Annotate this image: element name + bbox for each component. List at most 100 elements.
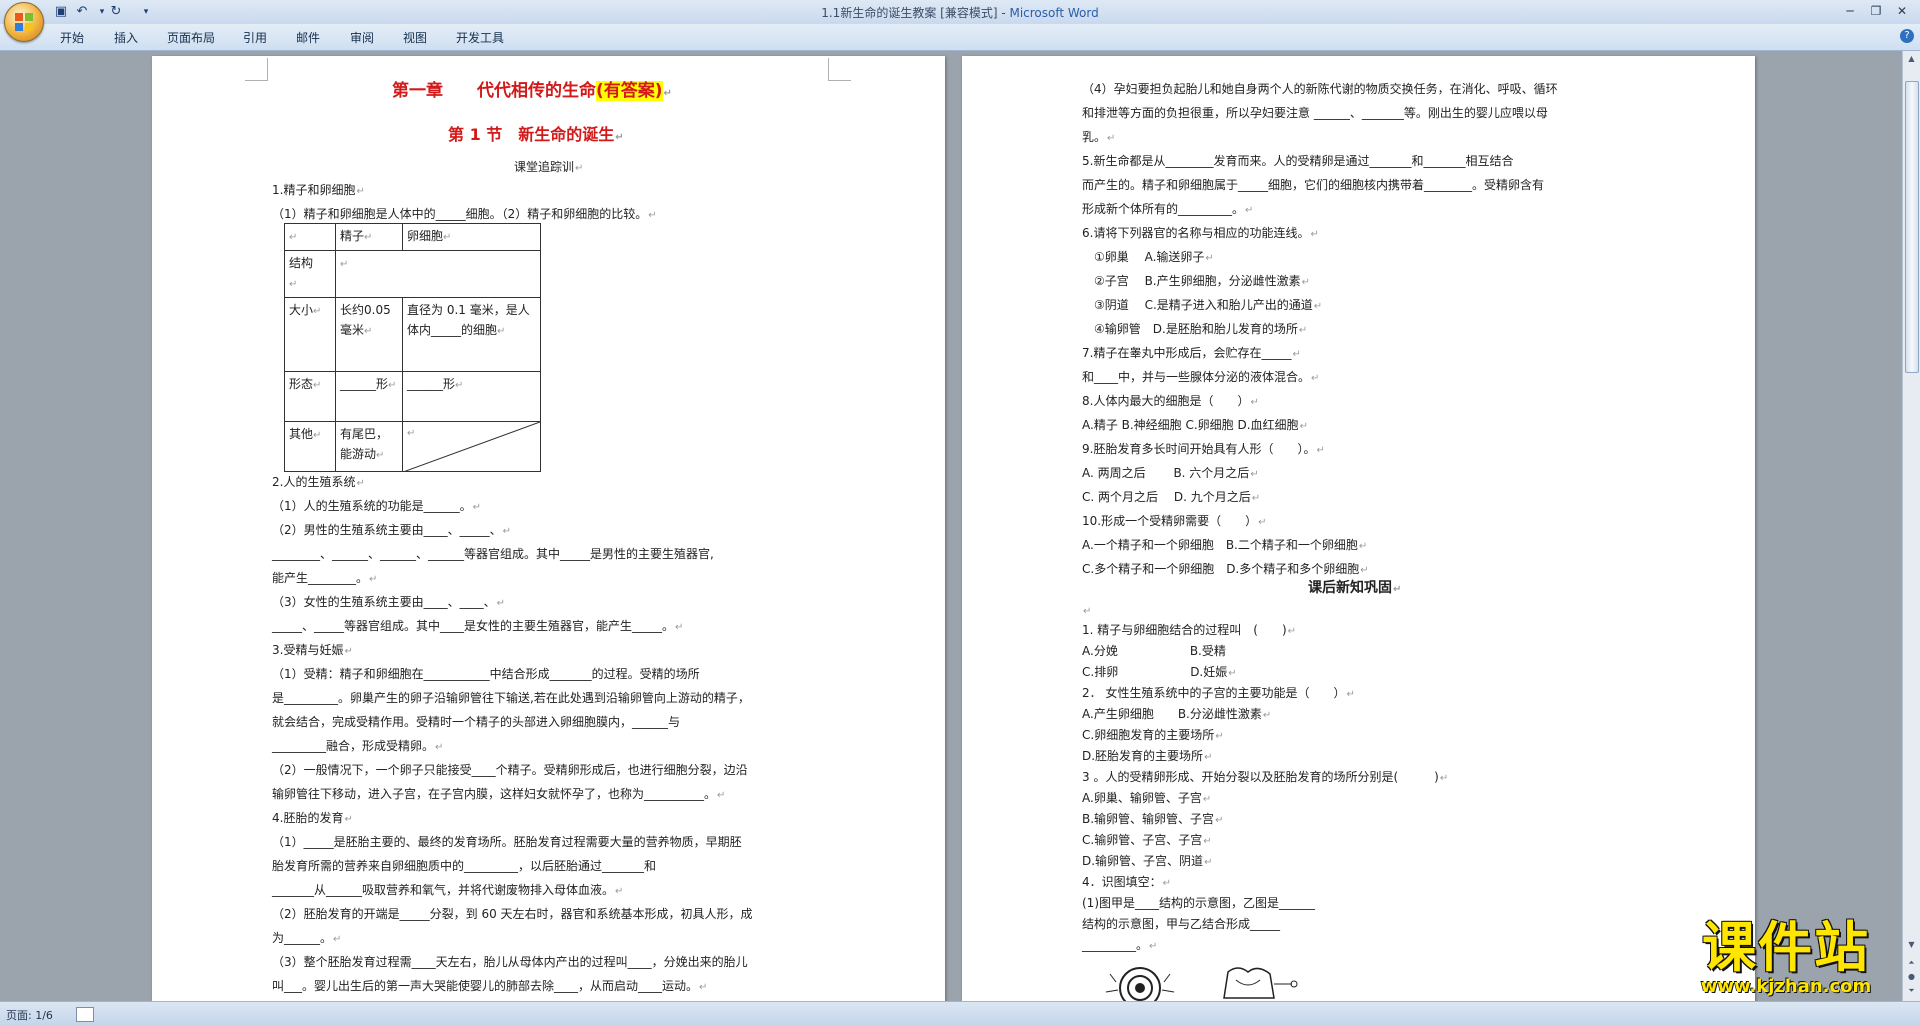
- proofing-icon[interactable]: [76, 1007, 94, 1022]
- page-count[interactable]: 页面: 1/6: [6, 1007, 53, 1023]
- tab-insert[interactable]: 插入: [114, 29, 138, 46]
- table-cell: ______形↵: [335, 371, 403, 422]
- doc-line: 和排泄等方面的负担很重，所以孕妇要注意 ______、_______等。刚出生的…: [1082, 106, 1548, 120]
- doc-line: 是_________。卵巢产生的卵子沿输卵管往下输送,若在此处遇到沿输卵管向上游…: [272, 691, 750, 705]
- doc-line: （3）女性的生殖系统主要由____、____、↵: [272, 595, 506, 609]
- window-title: 1.1新生命的诞生教案 [兼容模式] - Microsoft Word: [0, 4, 1920, 21]
- doc-line: (1)图甲是____结构的示意图，乙图是______: [1082, 896, 1315, 910]
- table-cell: ______形↵: [402, 371, 541, 422]
- paragraph-mark-icon: ↵: [1083, 606, 1092, 617]
- doc-line: 输卵管往下移动，进入子宫，在子宫内膜，这样妇女就怀孕了，也称为_________…: [272, 787, 726, 801]
- doc-line: 叫___。婴儿出生后的第一声大哭能使婴儿的肺部去除____，从而启动____运动…: [272, 979, 708, 993]
- title-bar: ▣ ↶ ▾ ↻ ▾ 1.1新生命的诞生教案 [兼容模式] - Microsoft…: [0, 0, 1920, 25]
- minimize-icon[interactable]: ─: [1838, 2, 1862, 20]
- doc-line: ①卵巢 A.输送卵子↵: [1082, 250, 1214, 264]
- doc-line: 为______。↵: [272, 931, 342, 945]
- doc-line: （2）一般情况下，一个卵子只能接受____个精子。受精卵形成后，也进行细胞分裂，…: [272, 763, 748, 777]
- doc-line: B.输卵管、输卵管、子宫↵: [1082, 812, 1224, 826]
- chapter-title: 第一章 代代相传的生命(有答案)↵: [392, 81, 672, 102]
- doc-line: 形成新个体所有的_________。↵: [1082, 202, 1254, 216]
- paragraph-mark-icon: ↵: [663, 88, 672, 99]
- doc-line: 5.新生命都是从________发育而来。人的受精卵是通过_______和___…: [1082, 154, 1514, 168]
- doc-line: D.输卵管、子宫、阴道↵: [1082, 854, 1213, 868]
- scroll-up-icon[interactable]: ▲: [1903, 51, 1920, 67]
- doc-line: ③阴道 C.是精子进入和胎儿产出的通道↵: [1082, 298, 1323, 312]
- doc-line: 9.胚胎发育多长时间开始具有人形（ ）。↵: [1082, 442, 1325, 456]
- restore-icon[interactable]: ❐: [1864, 2, 1888, 20]
- comparison-table: ↵ 精子↵ 卵细胞↵ 结构 ↵ ↵ 大小↵ 长约0.05毫米↵ 直径为 0.1 毫…: [284, 223, 541, 472]
- doc-line: 1. 精子与卵细胞结合的过程叫 ( )↵: [1082, 623, 1297, 637]
- doc-line: 8.人体内最大的细胞是（ ）↵: [1082, 394, 1259, 408]
- doc-line: _____、_____等器官组成。其中____是女性的主要生殖器官，能产生___…: [272, 619, 684, 633]
- doc-line: 10.形成一个受精卵需要（ ）↵: [1082, 514, 1267, 528]
- table-cell: 卵细胞↵: [402, 223, 541, 251]
- table-cell: 精子↵: [335, 223, 403, 251]
- table-cell: 直径为 0.1 毫米，是人体内_____的细胞↵: [402, 297, 541, 372]
- status-bar: 页面: 1/6: [0, 1001, 1920, 1026]
- doc-line: 胎发育所需的营养来自卵细胞质中的_________，以后胚胎通过_______和: [272, 859, 657, 873]
- table-cell: 形态↵: [284, 371, 336, 422]
- scrollbar-thumb[interactable]: [1905, 81, 1919, 373]
- doc-line: 和____中，并与一些腺体分泌的液体混合。↵: [1082, 370, 1320, 384]
- doc-line: 6.请将下列器官的名称与相应的功能连线。↵: [1082, 226, 1319, 240]
- tab-references[interactable]: 引用: [243, 29, 267, 46]
- subtitle: 课堂追踪训↵: [514, 160, 584, 174]
- doc-line: 3 。人的受精卵形成、开始分裂以及胚胎发育的场所分别是( )↵: [1082, 770, 1449, 784]
- doc-line: （2）男性的生殖系统主要由____、_____、↵: [272, 523, 512, 537]
- doc-line: A.一个精子和一个卵细胞 B.二个精子和一个卵细胞↵: [1082, 538, 1368, 552]
- doc-line: 能产生________。↵: [272, 571, 378, 585]
- close-icon[interactable]: ✕: [1890, 2, 1914, 20]
- help-icon[interactable]: ?: [1900, 29, 1914, 43]
- table-cell: 长约0.05毫米↵: [335, 297, 403, 372]
- title-separator: -: [997, 6, 1010, 20]
- section-heading: 课后新知巩固↵: [1308, 580, 1402, 596]
- next-page-icon[interactable]: ⏷: [1903, 983, 1920, 999]
- doc-line: ________、______、______、______等器官组成。其中___…: [272, 547, 714, 561]
- doc-line: 4．识图填空：↵: [1082, 875, 1172, 889]
- scroll-down-icon[interactable]: ▼: [1903, 937, 1920, 953]
- table-cell: ↵: [335, 250, 541, 298]
- office-button[interactable]: [4, 2, 44, 42]
- doc-line: A.精子 B.神经细胞 C.卵细胞 D.血红细胞↵: [1082, 418, 1308, 432]
- cell-diagram-image: [1105, 967, 1298, 1002]
- doc-line: C. 两个月之后 D. 九个月之后↵: [1082, 490, 1261, 504]
- table-cell: 其他↵: [284, 421, 336, 472]
- doc-line: _______从______吸取营养和氧气，并将代谢废物排入母体血液。↵: [272, 883, 624, 897]
- doc-line: 3.受精与妊娠↵: [272, 643, 353, 657]
- doc-line: D.胚胎发育的主要场所↵: [1082, 749, 1213, 763]
- tab-page-layout[interactable]: 页面布局: [167, 29, 215, 46]
- doc-line: ②子宫 B.产生卵细胞，分泌雌性激素↵: [1082, 274, 1311, 288]
- tab-developer[interactable]: 开发工具: [456, 29, 504, 46]
- doc-line: 而产生的。精子和卵细胞属于_____细胞，它们的细胞核内携带着________。…: [1082, 178, 1545, 192]
- section-title-text: 第 1 节 新生命的诞生: [448, 125, 615, 144]
- doc-line: _________融合，形成受精卵。↵: [272, 739, 444, 753]
- doc-line: 乳。↵: [1082, 130, 1116, 144]
- crop-mark: [245, 58, 268, 81]
- doc-line: （1）受精：精子和卵细胞在___________中结合形成_______的过程。…: [272, 667, 700, 681]
- tab-home[interactable]: 开始: [60, 29, 84, 46]
- tab-review[interactable]: 审阅: [350, 29, 374, 46]
- doc-line: A.卵巢、输卵管、子宫↵: [1082, 791, 1212, 805]
- doc-line: _________。↵: [1082, 938, 1158, 952]
- table-cell-diagonal: ↵: [402, 421, 541, 472]
- tab-view[interactable]: 视图: [403, 29, 427, 46]
- doc-line: 2． 女性生殖系统中的子宫的主要功能是（ ）↵: [1082, 686, 1355, 700]
- vertical-scrollbar[interactable]: ▲ ▼ ⏶ ● ⏷: [1902, 51, 1920, 1001]
- section-title: 第 1 节 新生命的诞生↵: [448, 125, 624, 144]
- document-name: 1.1新生命的诞生教案 [兼容模式]: [821, 6, 998, 20]
- app-name: Microsoft Word: [1009, 6, 1099, 20]
- doc-line: A. 两周之后 B. 六个月之后↵: [1082, 466, 1259, 480]
- diagonal-line: [403, 422, 540, 472]
- office-logo-icon: [15, 13, 33, 31]
- doc-line: 2.人的生殖系统↵: [272, 475, 365, 489]
- doc-line: （2）胚胎发育的开端是_____分裂，到 60 天左右时，器官和系统基本形成，初…: [272, 907, 753, 921]
- doc-line: ④输卵管 D.是胚胎和胎儿发育的场所↵: [1082, 322, 1308, 336]
- doc-line: A.分娩 B.受精: [1082, 644, 1226, 658]
- doc-line: （1）精子和卵细胞是人体中的_____细胞。（2）精子和卵细胞的比较。↵: [272, 207, 657, 221]
- doc-line: C.排卵 D.妊娠↵: [1082, 665, 1237, 679]
- table-cell: 结构 ↵: [284, 250, 336, 298]
- doc-line: 结构的示意图，甲与乙结合形成_____: [1082, 917, 1281, 931]
- table-cell: 有尾巴，能游动↵: [335, 421, 403, 472]
- document-page-2[interactable]: [962, 56, 1755, 1001]
- tab-mailings[interactable]: 邮件: [296, 29, 320, 46]
